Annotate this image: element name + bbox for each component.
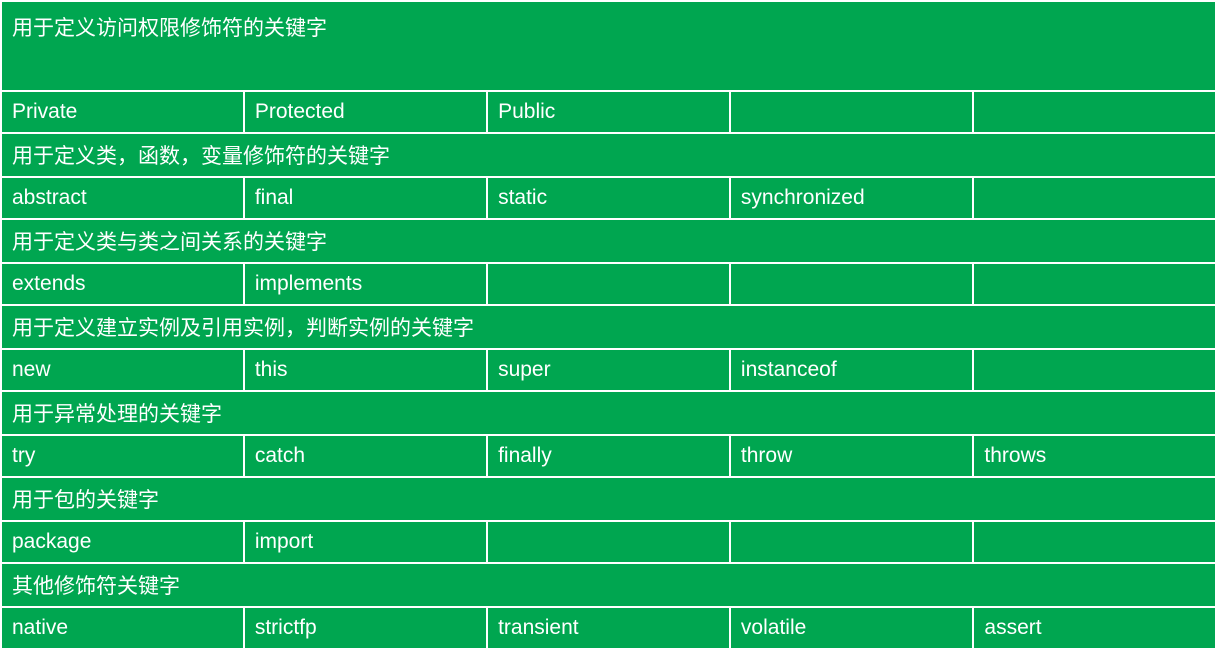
keyword-cell xyxy=(974,522,1215,562)
keyword-cell: new xyxy=(2,350,243,390)
keyword-row: Private Protected Public xyxy=(2,92,1215,132)
section-title: 用于定义建立实例及引用实例，判断实例的关键字 xyxy=(2,306,1215,348)
section-title: 用于定义类与类之间关系的关键字 xyxy=(2,220,1215,262)
keyword-cell xyxy=(488,264,729,304)
keyword-cell: synchronized xyxy=(731,178,973,218)
section-header-row: 用于异常处理的关键字 xyxy=(2,392,1215,434)
keyword-cell: abstract xyxy=(2,178,243,218)
keyword-cell: package xyxy=(2,522,243,562)
keyword-row: package import xyxy=(2,522,1215,562)
keyword-cell: Private xyxy=(2,92,243,132)
keyword-cell: final xyxy=(245,178,486,218)
keyword-cell xyxy=(731,522,973,562)
section-title: 其他修饰符关键字 xyxy=(2,564,1215,606)
keyword-cell xyxy=(731,264,973,304)
keyword-cell: import xyxy=(245,522,486,562)
keyword-cell: native xyxy=(2,608,243,648)
keyword-cell: Public xyxy=(488,92,729,132)
keyword-cell xyxy=(488,522,729,562)
keyword-cell: Protected xyxy=(245,92,486,132)
keyword-cell: transient xyxy=(488,608,729,648)
table-body: 用于定义访问权限修饰符的关键字 Private Protected Public… xyxy=(2,2,1215,648)
keyword-cell: strictfp xyxy=(245,608,486,648)
keyword-cell: finally xyxy=(488,436,729,476)
keyword-cell: static xyxy=(488,178,729,218)
keyword-row: extends implements xyxy=(2,264,1215,304)
keyword-row: try catch finally throw throws xyxy=(2,436,1215,476)
section-title: 用于包的关键字 xyxy=(2,478,1215,520)
keyword-cell xyxy=(731,92,973,132)
keyword-cell xyxy=(974,178,1215,218)
section-title: 用于定义访问权限修饰符的关键字 xyxy=(2,2,1215,90)
keyword-cell xyxy=(974,264,1215,304)
keyword-row: abstract final static synchronized xyxy=(2,178,1215,218)
section-header-row: 其他修饰符关键字 xyxy=(2,564,1215,606)
keyword-cell: super xyxy=(488,350,729,390)
section-header-row: 用于包的关键字 xyxy=(2,478,1215,520)
keyword-cell: instanceof xyxy=(731,350,973,390)
keyword-cell xyxy=(974,92,1215,132)
keyword-cell: throw xyxy=(731,436,973,476)
section-header-row: 用于定义建立实例及引用实例，判断实例的关键字 xyxy=(2,306,1215,348)
keyword-cell: implements xyxy=(245,264,486,304)
section-header-row: 用于定义访问权限修饰符的关键字 xyxy=(2,2,1215,90)
keyword-row: new this super instanceof xyxy=(2,350,1215,390)
section-header-row: 用于定义类，函数，变量修饰符的关键字 xyxy=(2,134,1215,176)
section-header-row: 用于定义类与类之间关系的关键字 xyxy=(2,220,1215,262)
section-title: 用于定义类，函数，变量修饰符的关键字 xyxy=(2,134,1215,176)
keyword-cell: throws xyxy=(974,436,1215,476)
keyword-row: native strictfp transient volatile asser… xyxy=(2,608,1215,648)
keyword-cell xyxy=(974,350,1215,390)
keyword-cell: volatile xyxy=(731,608,973,648)
keyword-cell: assert xyxy=(974,608,1215,648)
keywords-table: 用于定义访问权限修饰符的关键字 Private Protected Public… xyxy=(0,0,1217,650)
keyword-cell: catch xyxy=(245,436,486,476)
keyword-cell: try xyxy=(2,436,243,476)
keyword-cell: this xyxy=(245,350,486,390)
section-title: 用于异常处理的关键字 xyxy=(2,392,1215,434)
keyword-cell: extends xyxy=(2,264,243,304)
